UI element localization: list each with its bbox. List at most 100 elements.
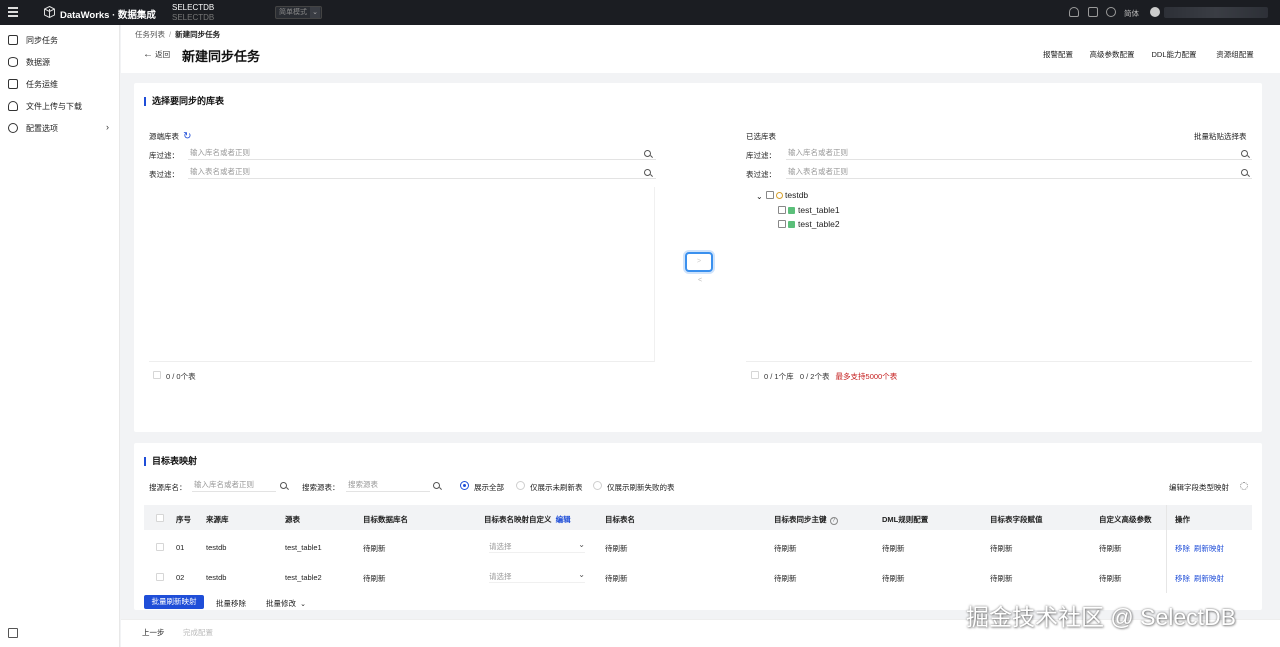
resource-group-button[interactable]: 资源组配置 xyxy=(1211,46,1259,63)
column-source-table: 源表 xyxy=(285,515,300,524)
column-custom-params: 自定义高级参数 xyxy=(1099,515,1152,524)
radio-label: 仅展示刷新失败的表 xyxy=(607,483,675,492)
refresh-icon[interactable]: ↻ xyxy=(183,131,191,142)
radio-refresh-failed[interactable] xyxy=(593,481,602,490)
breadcrumb-current: 新建同步任务 xyxy=(175,30,221,39)
help-doc-icon[interactable] xyxy=(1088,7,1098,17)
back-button[interactable]: ← 返回 xyxy=(143,49,170,60)
batch-modify-button[interactable]: 批量修改 ⌄ xyxy=(266,598,306,609)
finish-config-button[interactable]: 完成配置 xyxy=(183,627,213,638)
user-avatar-icon xyxy=(1150,7,1160,17)
cell-dml: 待刷新 xyxy=(882,544,905,553)
product-title: DataWorks · 数据集成 xyxy=(60,10,156,21)
row-checkbox[interactable] xyxy=(156,543,164,551)
batch-refresh-button[interactable]: 批量刷新映射 xyxy=(144,595,204,609)
refresh-mapping-link[interactable]: 刷新映射 xyxy=(1194,573,1224,584)
sidebar-item-label: 任务运维 xyxy=(26,80,58,89)
search-icon[interactable] xyxy=(1241,169,1248,176)
sidebar-item-sync-tasks[interactable]: 同步任务 xyxy=(0,29,120,51)
row-checkbox[interactable] xyxy=(156,573,164,581)
source-table-filter-input[interactable]: 输入表名或者正则 xyxy=(188,166,656,179)
tree-db-label: testdb xyxy=(785,190,809,200)
selected-db-filter-input[interactable]: 输入库名或者正则 xyxy=(786,147,1252,160)
search-icon[interactable] xyxy=(280,482,287,489)
language-switch[interactable]: 简体 xyxy=(1124,8,1139,19)
column-ops: 操作 xyxy=(1175,515,1190,524)
name-rule-edit-link[interactable]: 编辑 xyxy=(556,515,571,524)
cell-target-table: 待刷新 xyxy=(605,544,628,553)
sidebar-collapse-icon[interactable] xyxy=(8,628,18,638)
gear-icon[interactable] xyxy=(1240,482,1248,490)
chevron-down-icon[interactable]: ⌄ xyxy=(756,192,763,201)
page-header: 任务列表 / 新建同步任务 ← 返回 新建同步任务 报警配置 高级参数配置 DDL能… xyxy=(121,25,1280,73)
transfer-left-button[interactable]: < xyxy=(698,277,702,284)
search-icon[interactable] xyxy=(433,482,440,489)
sidebar-item-file-transfer[interactable]: 文件上传与下载 xyxy=(0,95,120,117)
search-db-input[interactable]: 输入库名或者正则 xyxy=(192,479,276,492)
cell-source-db: testdb xyxy=(206,543,227,552)
cell-primary-key: 待刷新 xyxy=(774,544,797,553)
sidebar-item-ops[interactable]: 任务运维 xyxy=(0,73,120,95)
name-rule-select[interactable]: 请选择 ⌄ xyxy=(489,570,585,583)
cell-source-db: testdb xyxy=(206,573,227,582)
sidebar-item-settings[interactable]: 配置选项 › xyxy=(0,117,120,139)
edit-field-mapping-button[interactable]: 编辑字段类型映射 xyxy=(1169,482,1229,493)
cell-field-value: 待刷新 xyxy=(990,544,1013,553)
source-tables-label-text: 源端库表 xyxy=(149,132,179,141)
target-mapping-panel: 目标表映射 搜源库名： 输入库名或者正则 搜索源表： 搜索源表 展示全部 仅展示… xyxy=(134,443,1262,610)
cell-custom-params: 待刷新 xyxy=(1099,574,1122,583)
remove-row-link[interactable]: 移除 xyxy=(1175,573,1190,584)
watermark: 掘金技术社区 @ SelectDB xyxy=(966,604,1237,630)
max-tables-hint: 最多支持5000个表 xyxy=(835,372,898,381)
search-table-input[interactable]: 搜索源表 xyxy=(346,479,430,492)
search-icon[interactable] xyxy=(1106,7,1116,17)
search-icon[interactable] xyxy=(644,169,651,176)
search-icon[interactable] xyxy=(1241,150,1248,157)
help-icon[interactable]: ? xyxy=(829,517,838,525)
table-icon xyxy=(788,221,795,228)
cell-source-table: test_table1 xyxy=(285,543,322,552)
source-table-list[interactable] xyxy=(149,187,655,362)
tree-checkbox[interactable] xyxy=(766,191,774,199)
remove-row-link[interactable]: 移除 xyxy=(1175,543,1190,554)
tree-checkbox[interactable] xyxy=(778,206,786,214)
menu-icon[interactable] xyxy=(8,7,18,17)
column-target-db: 目标数据库名 xyxy=(363,515,408,524)
advanced-params-button[interactable]: 高级参数配置 xyxy=(1087,46,1137,63)
source-tables-label: 源端库表 ↻ xyxy=(149,131,191,142)
radio-show-all[interactable] xyxy=(460,481,469,490)
search-db-label: 搜源库名： xyxy=(149,483,187,492)
breadcrumb-task-list[interactable]: 任务列表 xyxy=(135,30,165,39)
cell-source-table: test_table2 xyxy=(285,573,322,582)
search-icon[interactable] xyxy=(644,150,651,157)
page-title: 新建同步任务 xyxy=(182,49,261,64)
arrow-left-icon: ← xyxy=(143,49,153,60)
radio-label: 展示全部 xyxy=(474,483,504,492)
tree-checkbox[interactable] xyxy=(778,220,786,228)
ddl-config-button[interactable]: DDL能力配置 xyxy=(1151,46,1197,63)
source-db-filter-input[interactable]: 输入库名或者正则 xyxy=(188,147,656,160)
name-rule-select[interactable]: 请选择 ⌄ xyxy=(489,540,585,553)
bell-icon[interactable] xyxy=(1069,7,1079,17)
alarm-config-button[interactable]: 报警配置 xyxy=(1037,46,1079,63)
mode-select[interactable]: 简单模式 ⌄ xyxy=(275,6,322,19)
selected-table-filter-input[interactable]: 输入表名或者正则 xyxy=(786,166,1252,179)
selected-select-all-checkbox[interactable] xyxy=(751,371,759,379)
user-account[interactable] xyxy=(1150,6,1268,19)
column-name-rule-label: 目标表名映射自定义 xyxy=(484,515,552,524)
select-all-checkbox[interactable] xyxy=(156,514,164,522)
datasource-type: SELECTDB xyxy=(172,13,215,22)
batch-remove-button[interactable]: 批量移除 xyxy=(216,598,246,609)
radio-unrefreshed[interactable] xyxy=(516,481,525,490)
transfer-right-button[interactable]: > xyxy=(685,252,713,272)
sidebar-item-label: 同步任务 xyxy=(26,36,58,45)
refresh-mapping-link[interactable]: 刷新映射 xyxy=(1194,543,1224,554)
cell-index: 02 xyxy=(176,573,185,582)
tree-node-db[interactable]: ⌄ xyxy=(756,191,763,201)
table-filter-label: 表过滤： xyxy=(746,170,776,179)
batch-paste-button[interactable]: 批量粘贴选择表 xyxy=(1194,131,1247,142)
prev-step-button[interactable]: 上一步 xyxy=(142,627,165,638)
cloud-icon xyxy=(8,101,18,111)
source-select-all-checkbox[interactable] xyxy=(153,371,161,379)
sidebar-item-datasource[interactable]: 数据源 xyxy=(0,51,120,73)
